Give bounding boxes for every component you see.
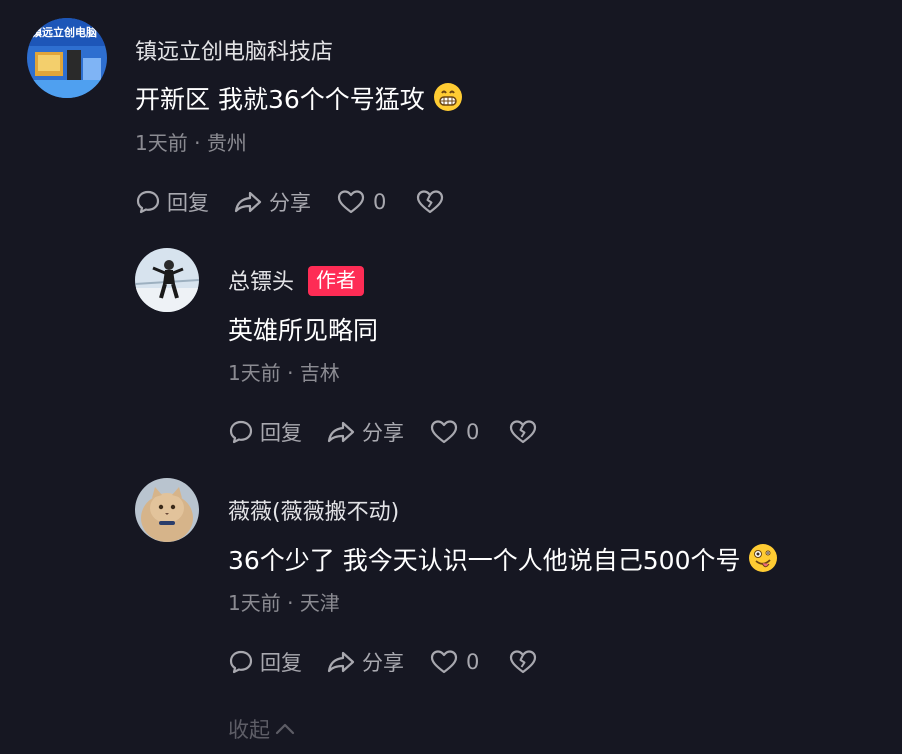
like-count: 0 [373, 190, 387, 214]
dislike-button[interactable] [509, 419, 537, 445]
share-icon [326, 419, 356, 445]
comment-text-content: 开新区 我就36个个号猛攻 [135, 85, 425, 114]
share-label: 分享 [269, 191, 311, 215]
zany-face-icon [748, 543, 778, 579]
comment-meta: 1天前 · 天津 [228, 587, 340, 616]
broken-heart-icon [509, 419, 537, 445]
comment-username: 总镖头 作者 [228, 264, 365, 296]
comment-location: 天津 [299, 591, 340, 615]
comment-actions: 回复 分享 0 [228, 647, 537, 677]
like-button[interactable]: 0 [337, 189, 386, 215]
author-avatar-image [135, 248, 199, 312]
share-label: 分享 [362, 651, 404, 675]
author-badge: 作者 [308, 266, 365, 296]
comment-username[interactable]: 薇薇(薇薇搬不动) [228, 494, 399, 526]
dislike-button[interactable] [416, 189, 444, 215]
comment-text: 英雄所见略同 [228, 316, 379, 345]
chevron-up-icon [270, 717, 296, 741]
comment-text: 36个少了 我今天认识一个人他说自己500个号 [228, 541, 778, 579]
share-label: 分享 [362, 421, 404, 445]
reply-button[interactable]: 回复 [135, 187, 209, 217]
reply-icon [135, 189, 161, 215]
comment-time: 1天前 [228, 591, 281, 615]
avatar[interactable] [135, 248, 199, 312]
avatar[interactable] [135, 478, 199, 542]
share-button[interactable]: 分享 [326, 647, 404, 677]
broken-heart-icon [416, 189, 444, 215]
comment-time: 1天前 [228, 361, 281, 385]
comment-location: 贵州 [206, 131, 247, 155]
comment-thread: 镇远立创电脑 镇远立创电脑科技店 开新区 我就36个个号猛攻 1天前 · 贵州 [0, 0, 902, 754]
share-button[interactable]: 分享 [233, 187, 311, 217]
share-icon [326, 649, 356, 675]
collapse-replies-button[interactable]: 收起 [228, 714, 296, 744]
comment-time: 1天前 [135, 131, 188, 155]
comment-text: 开新区 我就36个个号猛攻 [135, 80, 463, 118]
comment-actions: 回复 分享 0 [135, 187, 444, 217]
heart-icon [430, 649, 458, 675]
meta-separator: · [287, 591, 294, 615]
reply-button[interactable]: 回复 [228, 647, 302, 677]
cat-avatar-image [135, 478, 199, 542]
dislike-button[interactable] [509, 649, 537, 675]
reply-label: 回复 [167, 191, 209, 215]
share-icon [233, 189, 263, 215]
meta-separator: · [287, 361, 294, 385]
like-button[interactable]: 0 [430, 419, 479, 445]
like-button[interactable]: 0 [430, 649, 479, 675]
collapse-label: 收起 [228, 718, 270, 742]
broken-heart-icon [509, 649, 537, 675]
like-count: 0 [466, 420, 480, 444]
reply-icon [228, 419, 254, 445]
comment-meta: 1天前 · 吉林 [228, 357, 340, 386]
heart-icon [337, 189, 365, 215]
avatar[interactable]: 镇远立创电脑 [27, 18, 107, 98]
comment-text-content: 36个少了 我今天认识一个人他说自己500个号 [228, 546, 741, 575]
username-text[interactable]: 总镖头 [228, 270, 294, 295]
reply-button[interactable]: 回复 [228, 417, 302, 447]
reply-icon [228, 649, 254, 675]
reply-label: 回复 [260, 421, 302, 445]
share-button[interactable]: 分享 [326, 417, 404, 447]
comment-location: 吉林 [299, 361, 340, 385]
heart-icon [430, 419, 458, 445]
comment-meta: 1天前 · 贵州 [135, 127, 247, 156]
avatar-caption: 镇远立创电脑 [31, 26, 97, 39]
comment-actions: 回复 分享 0 [228, 417, 537, 447]
like-count: 0 [466, 650, 480, 674]
meta-separator: · [194, 131, 201, 155]
reply-label: 回复 [260, 651, 302, 675]
grinning-face-icon [433, 82, 463, 118]
comment-username[interactable]: 镇远立创电脑科技店 [135, 34, 333, 66]
